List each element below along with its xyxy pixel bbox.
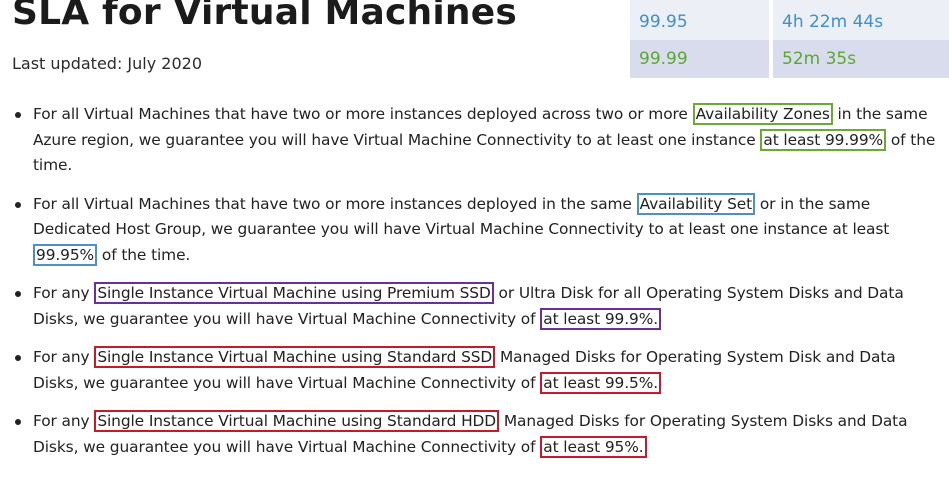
bullet-text: For any (33, 284, 95, 302)
list-item: For all Virtual Machines that have two o… (12, 192, 942, 269)
highlight-standard-hdd: Single Instance Virtual Machine using St… (94, 410, 500, 432)
sla-bullet-list: For all Virtual Machines that have two o… (12, 102, 942, 473)
last-updated: Last updated: July 2020 (12, 54, 202, 73)
highlight-availability-zones: Availability Zones (692, 103, 833, 125)
list-item: For all Virtual Machines that have two o… (12, 102, 942, 179)
highlight-standard-ssd: Single Instance Virtual Machine using St… (94, 346, 496, 368)
table-row: 99.99 52m 35s (630, 40, 949, 78)
highlight-sla-value: at least 99.99% (760, 128, 887, 151)
list-item: For any Single Instance Virtual Machine … (12, 409, 942, 460)
bullet-text: For all Virtual Machines that have two o… (33, 194, 637, 213)
sla-cell: 99.99 (630, 40, 771, 78)
highlight-sla-value: 99.95% (33, 243, 98, 266)
highlight-availability-set: Availability Set (636, 192, 756, 215)
sla-downtime-table: 99.95 4h 22m 44s 99.99 52m 35s (630, 0, 949, 78)
highlight-premium-ssd: Single Instance Virtual Machine using Pr… (94, 282, 494, 304)
list-item: For any Single Instance Virtual Machine … (12, 345, 942, 396)
bullet-text: For all Virtual Machines that have two o… (33, 105, 693, 123)
bullet-text: For any (33, 412, 95, 430)
downtime-cell: 4h 22m 44s (769, 0, 949, 40)
bullet-text: For any (33, 348, 95, 366)
bullet-text: of the time. (97, 245, 191, 264)
table-row: 99.95 4h 22m 44s (630, 0, 949, 40)
downtime-cell: 52m 35s (769, 40, 949, 78)
highlight-sla-value: at least 95%. (540, 435, 647, 458)
sla-cell: 99.95 (630, 0, 771, 40)
page-title: SLA for Virtual Machines (12, 0, 517, 33)
highlight-sla-value: at least 99.5%. (540, 371, 662, 394)
list-item: For any Single Instance Virtual Machine … (12, 281, 942, 332)
highlight-sla-value: at least 99.9%. (540, 307, 662, 330)
